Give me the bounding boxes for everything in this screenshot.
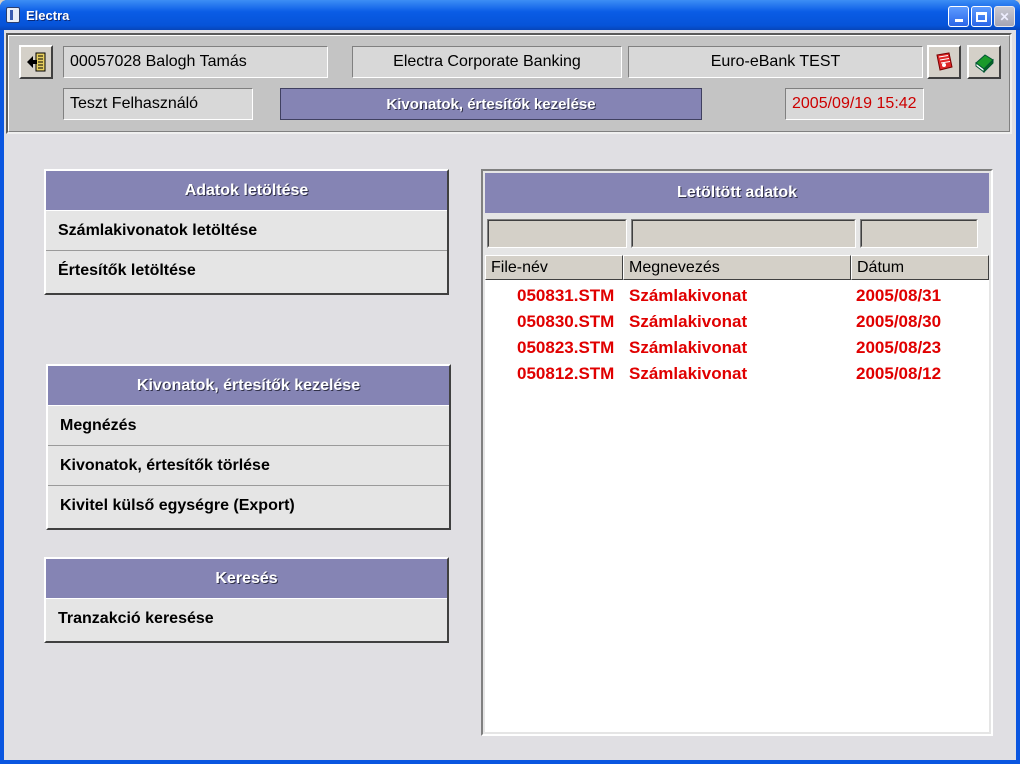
export-item[interactable]: Kivitel külső egységre (Export) [48, 486, 449, 526]
cell-file: 050812.STM [517, 364, 615, 383]
downloaded-panel-title: Letöltött adatok [485, 173, 989, 213]
column-header-name[interactable]: Megnevezés [623, 255, 851, 280]
cell-name: Számlakivonat [629, 364, 748, 383]
cell-file: 050830.STM [517, 312, 615, 331]
cell-name: Számlakivonat [629, 312, 748, 331]
manage-panel-title: Kivonatok, értesítők kezelése [48, 366, 449, 406]
maximize-button[interactable] [971, 6, 992, 27]
downloaded-panel: Letöltött adatok File-név Megnevezés Dát… [481, 169, 993, 736]
user-field: 00057028 Balogh Tamás [63, 46, 328, 78]
table-row[interactable]: 050830.STM Számlakivonat 2005/08/30 [485, 309, 989, 335]
column-header-date[interactable]: Dátum [851, 255, 989, 280]
cell-file: 050823.STM [517, 338, 615, 357]
view-item[interactable]: Megnézés [48, 406, 449, 446]
table-row[interactable]: 050812.STM Számlakivonat 2005/08/12 [485, 361, 989, 387]
bank-field: Euro-eBank TEST [628, 46, 923, 78]
section-title: Kivonatok, értesítők kezelése [280, 88, 702, 120]
table-row[interactable]: 050823.STM Számlakivonat 2005/08/23 [485, 335, 989, 361]
client-area: 00057028 Balogh Tamás Electra Corporate … [4, 30, 1016, 760]
header-panel: 00057028 Balogh Tamás Electra Corporate … [6, 33, 1012, 134]
minimize-button[interactable] [948, 6, 969, 27]
exit-button[interactable] [19, 45, 53, 79]
column-header-file[interactable]: File-név [485, 255, 623, 280]
search-panel-title: Keresés [46, 559, 447, 599]
help-book-button[interactable] [967, 45, 1001, 79]
table-row[interactable]: 050831.STM Számlakivonat 2005/08/31 [485, 283, 989, 309]
exit-icon [27, 52, 46, 72]
downloaded-table[interactable]: File-név Megnevezés Dátum 050831.STM Szá… [485, 255, 989, 732]
download-statements-item[interactable]: Számlakivonatok letöltése [46, 211, 447, 251]
phone-book-button[interactable] [927, 45, 961, 79]
cell-name: Számlakivonat [629, 338, 748, 357]
filter-name-field[interactable] [631, 219, 856, 248]
title-bar[interactable]: Electra ✕ [0, 0, 1020, 30]
delete-item[interactable]: Kivonatok, értesítők törlése [48, 446, 449, 486]
cell-date: 2005/08/31 [856, 286, 942, 305]
minimize-icon [954, 19, 963, 22]
close-button[interactable]: ✕ [994, 6, 1015, 27]
search-panel: Keresés Tranzakció keresése [44, 557, 449, 643]
role-field: Teszt Felhasználó [63, 88, 253, 120]
close-icon: ✕ [999, 9, 1010, 24]
manage-panel: Kivonatok, értesítők kezelése Megnézés K… [46, 364, 451, 530]
app-icon [6, 7, 20, 23]
product-field: Electra Corporate Banking [352, 46, 622, 78]
app-window: Electra ✕ 00057028 Balogh Tamás Electra … [0, 0, 1020, 764]
window-title: Electra [26, 8, 70, 23]
cell-date: 2005/08/23 [856, 338, 942, 357]
filter-file-field[interactable] [487, 219, 627, 248]
help-book-icon [975, 54, 994, 73]
cell-name: Számlakivonat [629, 286, 748, 305]
download-notifications-item[interactable]: Értesítők letöltése [46, 251, 447, 291]
cell-date: 2005/08/12 [856, 364, 942, 383]
download-panel-title: Adatok letöltése [46, 171, 447, 211]
cell-file: 050831.STM [517, 286, 615, 305]
filter-date-field[interactable] [860, 219, 978, 248]
maximize-icon [976, 11, 987, 22]
datetime-field: 2005/09/19 15:42 [785, 88, 924, 120]
cell-date: 2005/08/30 [856, 312, 942, 331]
download-panel: Adatok letöltése Számlakivonatok letölté… [44, 169, 449, 295]
transaction-search-item[interactable]: Tranzakció keresése [46, 599, 447, 639]
phone-book-icon [936, 52, 953, 71]
